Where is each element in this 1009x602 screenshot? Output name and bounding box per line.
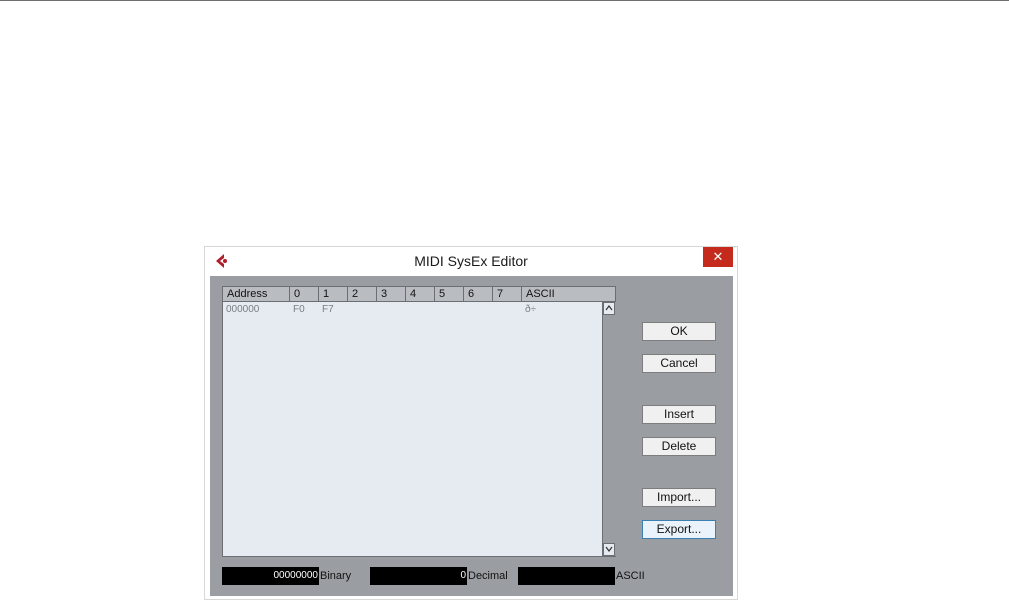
delete-button[interactable]: Delete	[642, 437, 716, 456]
column-header-5[interactable]: 5	[435, 287, 464, 301]
byte-cell[interactable]	[348, 303, 377, 317]
chevron-up-icon	[605, 305, 613, 311]
grid-header: Address 0 1 2 3 4 5 6 7 ASCII	[223, 287, 615, 302]
byte-cell[interactable]	[406, 303, 435, 317]
column-header-7[interactable]: 7	[493, 287, 522, 301]
sysex-editor-dialog: MIDI SysEx Editor ✕ Address 0 1 2 3 4 5 …	[204, 246, 738, 600]
column-header-4[interactable]: 4	[406, 287, 435, 301]
ok-button[interactable]: OK	[642, 322, 716, 341]
table-row[interactable]: 000000 F0 F7 ð÷	[223, 303, 603, 317]
cancel-button[interactable]: Cancel	[642, 354, 716, 373]
top-divider	[0, 0, 1009, 1]
byte-cell[interactable]	[435, 303, 464, 317]
byte-cell[interactable]: F0	[290, 303, 319, 317]
column-header-address[interactable]: Address	[223, 287, 290, 301]
export-button[interactable]: Export...	[642, 520, 716, 539]
byte-cell[interactable]: F7	[319, 303, 348, 317]
import-button[interactable]: Import...	[642, 488, 716, 507]
vertical-scrollbar[interactable]	[602, 302, 616, 556]
close-button[interactable]: ✕	[703, 247, 733, 267]
chevron-down-icon	[605, 546, 613, 552]
scroll-up-button[interactable]	[603, 302, 615, 315]
byte-cell[interactable]	[464, 303, 493, 317]
decimal-field[interactable]: 0	[370, 567, 467, 585]
binary-label: Binary	[320, 570, 352, 582]
dialog-client-area: Address 0 1 2 3 4 5 6 7 ASCII 000000 F0 …	[210, 276, 733, 596]
title-bar[interactable]: MIDI SysEx Editor ✕	[205, 247, 737, 275]
column-header-1[interactable]: 1	[319, 287, 348, 301]
byte-cell[interactable]	[377, 303, 406, 317]
column-header-6[interactable]: 6	[464, 287, 493, 301]
column-header-0[interactable]: 0	[290, 287, 319, 301]
column-header-2[interactable]: 2	[348, 287, 377, 301]
ascii-label: ASCII	[616, 570, 645, 582]
byte-cell[interactable]	[493, 303, 522, 317]
decimal-label: Decimal	[468, 570, 508, 582]
address-cell[interactable]: 000000	[223, 303, 290, 317]
insert-button[interactable]: Insert	[642, 405, 716, 424]
scroll-down-button[interactable]	[603, 543, 615, 556]
ascii-field[interactable]	[518, 567, 615, 585]
column-header-3[interactable]: 3	[377, 287, 406, 301]
dialog-title: MIDI SysEx Editor	[414, 253, 528, 269]
sysex-data-grid[interactable]: Address 0 1 2 3 4 5 6 7 ASCII 000000 F0 …	[222, 286, 616, 557]
close-icon: ✕	[712, 249, 724, 264]
binary-field[interactable]: 00000000	[222, 567, 319, 585]
ascii-cell[interactable]: ð÷	[522, 303, 602, 317]
column-header-ascii[interactable]: ASCII	[522, 287, 615, 301]
